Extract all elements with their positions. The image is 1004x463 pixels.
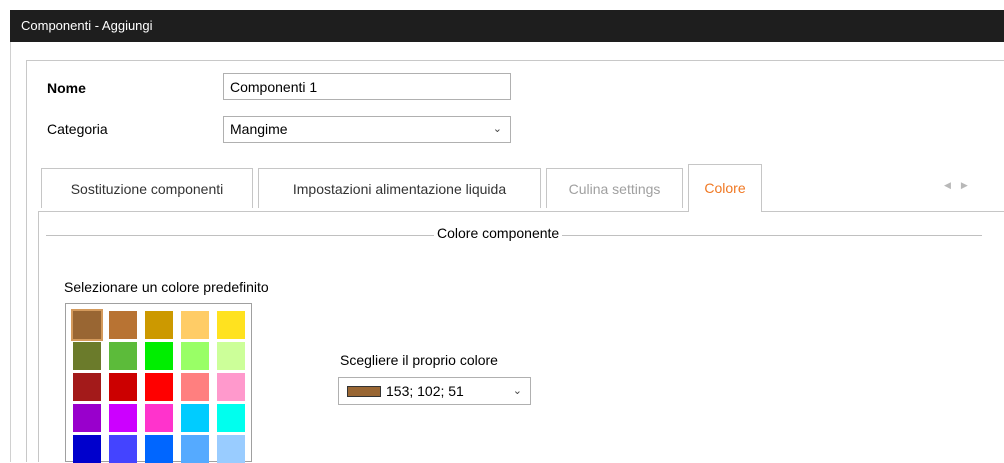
tab-label: Colore bbox=[704, 180, 746, 196]
color-swatch[interactable] bbox=[145, 342, 173, 370]
category-value: Mangime bbox=[230, 121, 288, 137]
color-swatch[interactable] bbox=[109, 342, 137, 370]
tab-sostituzione-componenti[interactable]: Sostituzione componenti bbox=[41, 168, 253, 208]
chevron-left-icon[interactable]: ◀ bbox=[944, 180, 961, 190]
category-select[interactable]: Mangime ⌄ bbox=[223, 116, 511, 143]
window-title-bar: Componenti - Aggiungi bbox=[10, 10, 1004, 42]
chevron-down-icon: ⌄ bbox=[492, 123, 502, 135]
color-swatch[interactable] bbox=[145, 435, 173, 463]
tab-label: Culina settings bbox=[568, 181, 661, 197]
color-swatch[interactable] bbox=[217, 342, 245, 370]
color-preview-swatch bbox=[347, 386, 381, 397]
own-color-select[interactable]: 153; 102; 51 ⌄ bbox=[338, 377, 531, 405]
color-palette bbox=[65, 303, 252, 463]
color-swatch[interactable] bbox=[145, 404, 173, 432]
tab-label: Sostituzione componenti bbox=[70, 181, 224, 197]
color-swatch[interactable] bbox=[181, 435, 209, 463]
color-swatch[interactable] bbox=[145, 373, 173, 401]
own-color-label: Scegliere il proprio colore bbox=[340, 352, 498, 368]
chevron-right-icon[interactable]: ▶ bbox=[961, 180, 978, 190]
color-swatch[interactable] bbox=[73, 373, 101, 401]
tab-colore[interactable]: Colore bbox=[688, 164, 762, 212]
color-swatch[interactable] bbox=[73, 404, 101, 432]
category-label: Categoria bbox=[47, 121, 108, 137]
palette-label: Selezionare un colore predefinito bbox=[64, 279, 269, 295]
chevron-down-icon: ⌄ bbox=[512, 385, 522, 397]
color-swatch[interactable] bbox=[181, 373, 209, 401]
tab-scroll-arrows[interactable]: ◀▶ bbox=[944, 180, 978, 191]
window-title: Componenti - Aggiungi bbox=[21, 18, 153, 33]
color-swatch[interactable] bbox=[217, 435, 245, 463]
color-swatch[interactable] bbox=[145, 311, 173, 339]
color-swatch[interactable] bbox=[109, 311, 137, 339]
tab-culina-settings[interactable]: Culina settings bbox=[546, 168, 683, 208]
color-swatch[interactable] bbox=[217, 311, 245, 339]
tab-impostazioni-alimentazione[interactable]: Impostazioni alimentazione liquida bbox=[258, 168, 541, 208]
tab-label: Impostazioni alimentazione liquida bbox=[292, 181, 507, 197]
color-swatch[interactable] bbox=[109, 404, 137, 432]
color-swatch[interactable] bbox=[71, 309, 103, 341]
color-swatch[interactable] bbox=[73, 435, 101, 463]
color-swatch[interactable] bbox=[109, 373, 137, 401]
color-swatch[interactable] bbox=[181, 342, 209, 370]
color-swatch[interactable] bbox=[181, 311, 209, 339]
color-swatch[interactable] bbox=[109, 435, 137, 463]
name-input[interactable] bbox=[223, 73, 511, 100]
color-swatch[interactable] bbox=[217, 373, 245, 401]
color-swatch[interactable] bbox=[217, 404, 245, 432]
name-label: Nome bbox=[47, 80, 86, 96]
section-title: Colore componente bbox=[434, 225, 563, 241]
color-swatch[interactable] bbox=[73, 342, 101, 370]
own-color-value: 153; 102; 51 bbox=[386, 383, 464, 399]
color-swatch[interactable] bbox=[181, 404, 209, 432]
